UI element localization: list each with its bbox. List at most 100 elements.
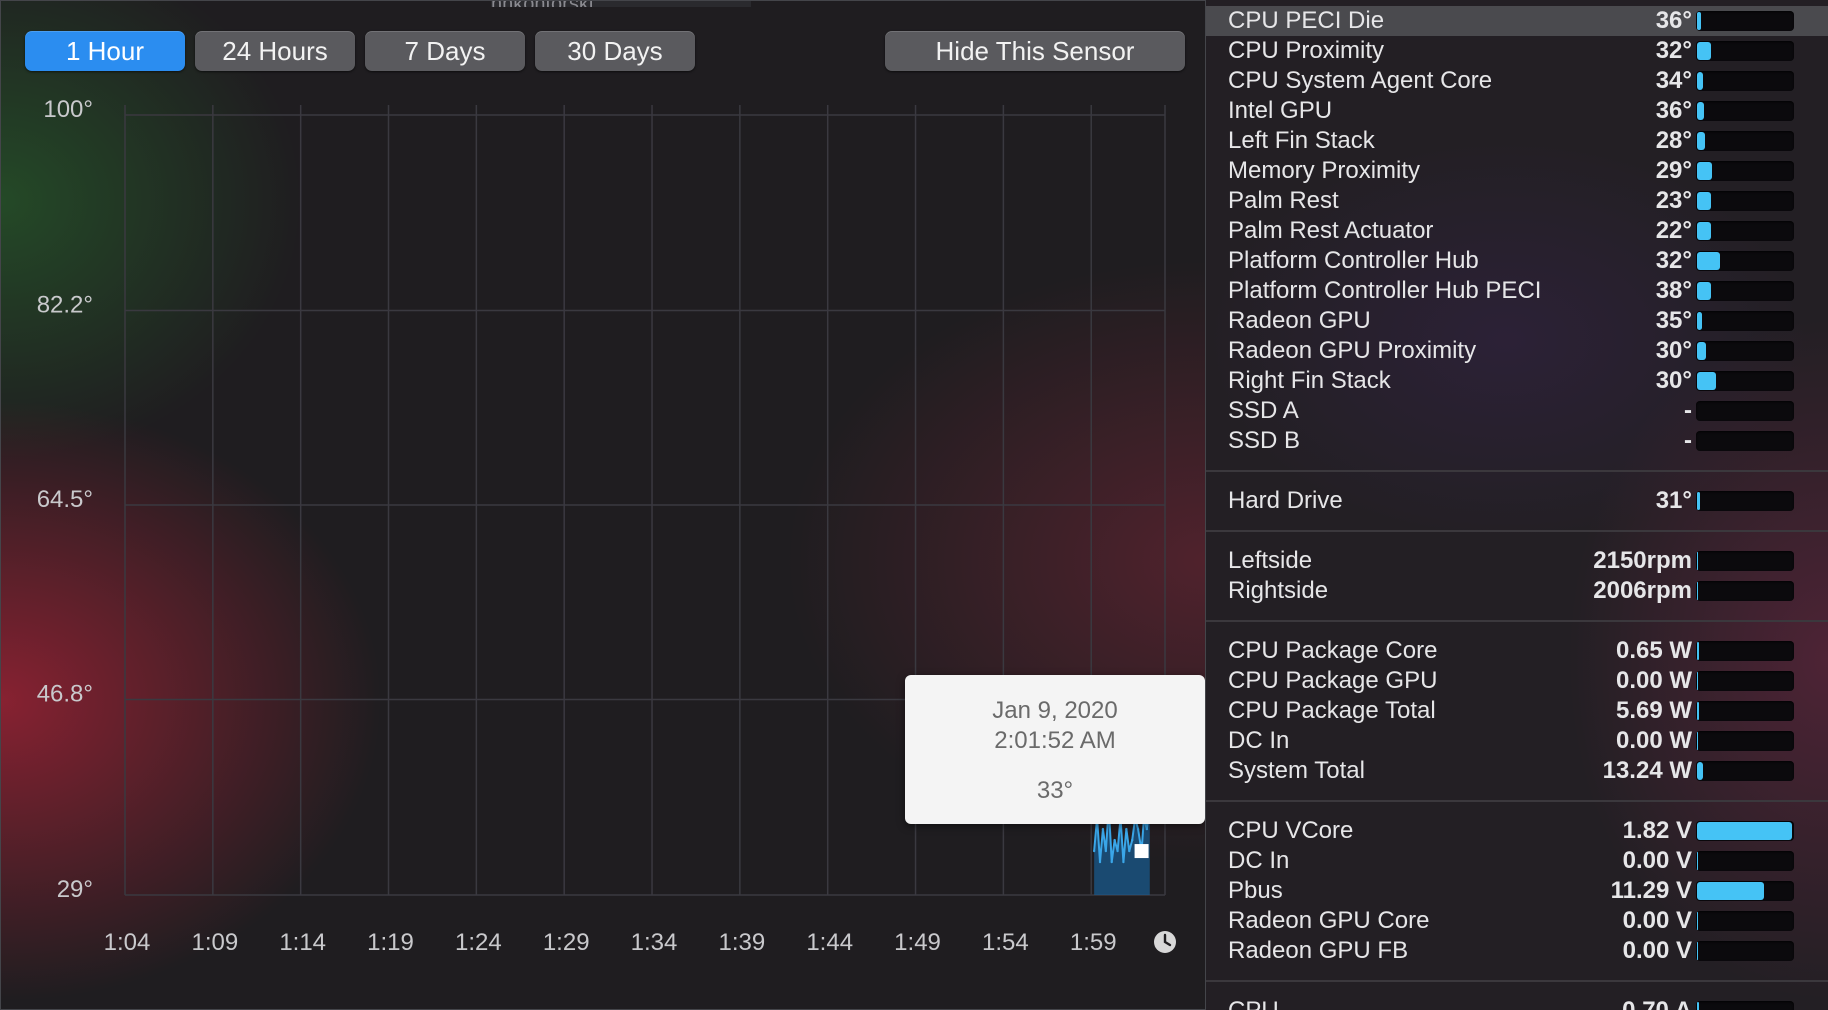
sensor-row[interactable]: Left Fin Stack 28° — [1206, 126, 1828, 156]
x-axis: 1:04 1:09 1:14 1:19 1:24 1:29 1:34 1:39 1:44 1:49… — [104, 929, 1117, 956]
sensor-name: CPU Package GPU — [1228, 667, 1438, 694]
sensor-row[interactable]: Palm Rest Actuator 22° — [1206, 216, 1828, 246]
x-tick-label: 1:14 — [279, 929, 326, 956]
sensor-level-bar — [1696, 911, 1794, 931]
x-tick-label: 1:59 — [1070, 929, 1117, 956]
sensor-name: DC In — [1228, 727, 1290, 754]
y-tick-label: 29° — [57, 876, 93, 903]
sensor-level-fill — [1697, 822, 1793, 840]
sensor-value: 34° — [1655, 67, 1692, 94]
sensor-row[interactable]: Platform Controller Hub 32° — [1206, 246, 1828, 276]
group-separator — [1206, 800, 1828, 802]
sensor-value: 5.69 W — [1615, 697, 1692, 724]
sensor-value: - — [1684, 397, 1692, 424]
sensor-name: System Total — [1228, 757, 1365, 784]
sensor-name: Radeon GPU Proximity — [1228, 337, 1477, 364]
sensor-level-fill — [1697, 102, 1704, 120]
data-point — [1092, 849, 1096, 853]
y-tick-label: 82.2° — [37, 292, 93, 319]
sensor-value: 11.29 V — [1610, 877, 1692, 904]
sensor-name: SSD B — [1228, 427, 1301, 454]
sensor-row[interactable]: Right Fin Stack 30° — [1206, 366, 1828, 396]
sensor-row[interactable]: CPU Package GPU 0.00 W — [1206, 666, 1828, 696]
sensor-row[interactable]: CPU PECI Die 36° — [1206, 6, 1828, 36]
sensor-level-fill — [1697, 192, 1712, 210]
sensor-level-fill — [1697, 312, 1702, 330]
x-tick-label: 1:19 — [367, 929, 414, 956]
sensor-name: Palm Rest Actuator — [1228, 217, 1434, 244]
sensor-name: SSD A — [1228, 397, 1299, 424]
sensor-value: 0.70 A — [1622, 996, 1692, 1010]
x-tick-label: 1:09 — [191, 929, 238, 956]
sensor-level-fill — [1697, 132, 1705, 150]
sensor-level-fill — [1697, 222, 1712, 240]
sensor-name: CPU Package Total — [1228, 697, 1436, 724]
sensor-row[interactable]: DC In 0.00 W — [1206, 726, 1828, 756]
sensor-row[interactable]: SSD A - — [1206, 396, 1828, 426]
sensor-level-bar — [1696, 701, 1794, 721]
hover-marker — [1134, 844, 1149, 859]
sensor-name: Intel GPU — [1228, 97, 1333, 124]
sensor-value: 0.65 W — [1615, 637, 1692, 664]
sensor-row[interactable]: Intel GPU 36° — [1206, 96, 1828, 126]
sensor-row[interactable]: Radeon GPU 35° — [1206, 306, 1828, 336]
clock-icon[interactable] — [1154, 931, 1176, 953]
sensor-level-bar — [1696, 341, 1794, 361]
sensor-row[interactable]: Palm Rest 23° — [1206, 186, 1828, 216]
sensor-row[interactable]: Leftside 2150rpm — [1206, 546, 1828, 576]
sensor-level-bar — [1696, 251, 1794, 271]
sensor-level-fill — [1697, 852, 1698, 870]
sensor-level-bar — [1696, 71, 1794, 91]
sensor-value: 0.00 V — [1622, 907, 1692, 934]
sensor-row[interactable]: Rightside 2006rpm — [1206, 576, 1828, 606]
sensor-name: Hard Drive — [1228, 487, 1343, 514]
sensor-level-bar — [1696, 1001, 1794, 1010]
sensor-row[interactable]: CPU System Agent Core 34° — [1206, 66, 1828, 96]
sensor-row[interactable]: CPU VCore 1.82 V — [1206, 816, 1828, 846]
sensor-row[interactable]: CPU Proximity 32° — [1206, 36, 1828, 66]
data-point — [1098, 860, 1102, 864]
sensor-row[interactable]: Memory Proximity 29° — [1206, 156, 1828, 186]
sensor-name: DC In — [1228, 847, 1290, 874]
x-tick-label: 1:44 — [806, 929, 853, 956]
sensor-row[interactable]: Pbus 11.29 V — [1206, 876, 1828, 906]
x-tick-label: 1:39 — [719, 929, 766, 956]
tooltip-date: Jan 9, 2020 — [992, 697, 1118, 724]
sensor-row[interactable]: DC In 0.00 V — [1206, 846, 1828, 876]
sensor-row[interactable]: System Total 13.24 W — [1206, 756, 1828, 786]
sensor-value: 32° — [1655, 37, 1692, 64]
y-tick-label: 46.8° — [37, 680, 93, 707]
sensor-level-bar — [1696, 851, 1794, 871]
sensor-row[interactable]: Radeon GPU FB 0.00 V — [1206, 936, 1828, 966]
sensor-value: 36° — [1655, 97, 1692, 124]
sensor-value: 2006rpm — [1593, 577, 1692, 604]
sensor-row[interactable]: CPU 0.70 A — [1206, 996, 1828, 1010]
sensor-level-fill — [1697, 252, 1721, 270]
sensor-level-bar — [1696, 821, 1794, 841]
sensor-name: CPU System Agent Core — [1228, 67, 1493, 94]
sensor-level-bar — [1696, 941, 1794, 961]
sensor-value: 1.82 V — [1622, 817, 1692, 844]
x-tick-label: 1:04 — [104, 929, 151, 956]
sensor-row[interactable]: SSD B - — [1206, 426, 1828, 456]
sensor-row[interactable]: CPU Package Core 0.65 W — [1206, 636, 1828, 666]
group-separator — [1206, 620, 1828, 622]
x-tick-label: 1:49 — [894, 929, 941, 956]
sensor-name: CPU Proximity — [1228, 37, 1385, 64]
sensor-list: CPU PECI Die 36° CPU Proximity 32° CPU Syste… — [1206, 0, 1828, 1010]
sensor-level-bar — [1696, 431, 1794, 451]
sensor-row[interactable]: Hard Drive 31° — [1206, 486, 1828, 516]
sensor-name: Palm Rest — [1228, 187, 1339, 214]
sensor-row[interactable]: Radeon GPU Core 0.00 V — [1206, 906, 1828, 936]
sensor-value: 30° — [1655, 367, 1692, 394]
sensor-row[interactable]: CPU Package Total 5.69 W — [1206, 696, 1828, 726]
sensor-level-bar — [1696, 491, 1794, 511]
sensor-level-fill — [1697, 642, 1699, 660]
sensor-row[interactable]: Platform Controller Hub PECI 38° — [1206, 276, 1828, 306]
sensor-value: 30° — [1655, 337, 1692, 364]
sensor-name: CPU Package Core — [1228, 637, 1438, 664]
sensor-level-fill — [1697, 702, 1699, 720]
sensor-value: 32° — [1655, 247, 1692, 274]
sensor-row[interactable]: Radeon GPU Proximity 30° — [1206, 336, 1828, 366]
sensor-level-bar — [1696, 641, 1794, 661]
